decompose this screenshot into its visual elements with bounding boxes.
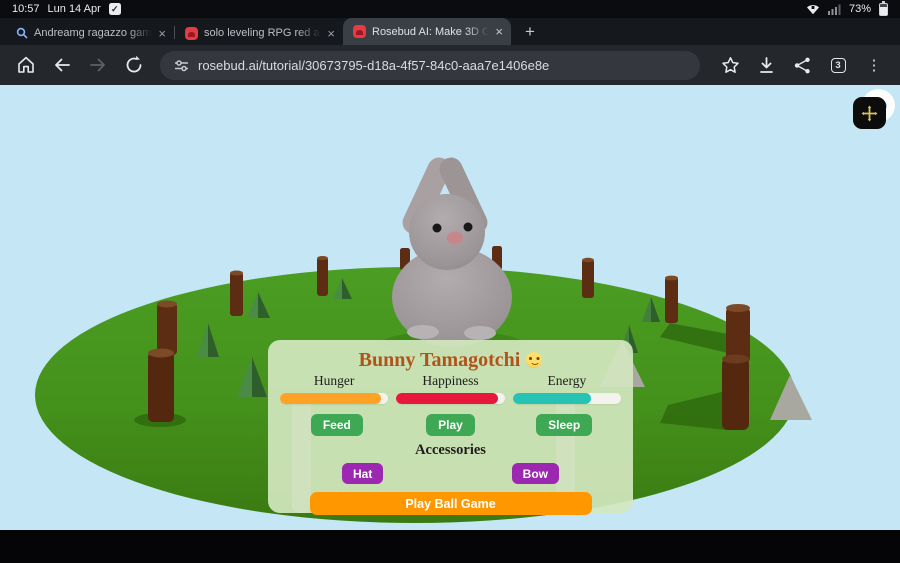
- search-icon: [16, 27, 28, 39]
- tab-count: 3: [830, 57, 846, 73]
- tab-solo-leveling[interactable]: solo leveling RPG red and ×: [175, 21, 343, 45]
- browser-tab-strip: Andreamg ragazzo game × solo leveling RP…: [0, 18, 900, 45]
- stat-labels-row: Hunger Happiness Energy: [280, 373, 621, 391]
- game-title: Bunny Tamagotchi: [280, 347, 621, 373]
- home-button[interactable]: [10, 49, 42, 81]
- bunny-nose: [447, 231, 463, 245]
- accessory-buttons-row: Hat Bow: [280, 463, 621, 484]
- tamagotchi-panel: Bunny Tamagotchi Hunger Happiness Energy…: [268, 340, 633, 515]
- device-screen: 10:57 Lun 14 Apr ✓ 73% Andreamg ragazzo …: [0, 0, 900, 563]
- bunny-foot-right: [464, 326, 496, 340]
- rosebud-icon: [353, 25, 366, 38]
- status-date: Lun 14 Apr: [47, 3, 101, 15]
- sleep-button[interactable]: Sleep: [536, 414, 593, 436]
- game-title-text: Bunny Tamagotchi: [358, 348, 521, 371]
- tab-title: Andreamg ragazzo game: [34, 27, 153, 39]
- battery-percent: 73%: [848, 3, 871, 15]
- forward-button[interactable]: [82, 49, 114, 81]
- energy-label: Energy: [547, 373, 587, 388]
- bunny-eye-left: [432, 223, 442, 233]
- download-button[interactable]: [750, 49, 782, 81]
- status-time: 10:57: [12, 3, 40, 15]
- back-button[interactable]: [46, 49, 78, 81]
- close-icon[interactable]: ×: [327, 27, 335, 40]
- selection-checkbox-icon: ✓: [108, 3, 121, 15]
- happiness-label: Happiness: [422, 373, 479, 388]
- tab-andreamg[interactable]: Andreamg ragazzo game ×: [6, 21, 174, 45]
- browser-toolbar: rosebud.ai/tutorial/30673795-d18a-4f57-8…: [0, 45, 900, 85]
- move-cross-icon: [861, 105, 878, 121]
- tab-title: solo leveling RPG red and: [204, 27, 322, 39]
- bunny-foot-left: [407, 325, 439, 339]
- hunger-label: Hunger: [313, 373, 355, 388]
- tab-switcher-button[interactable]: 3: [822, 49, 854, 81]
- close-icon[interactable]: ×: [158, 27, 166, 40]
- bookmark-star-button[interactable]: [714, 49, 746, 81]
- tab-title: Rosebud AI: Make 3D Ga: [372, 25, 490, 38]
- url-bar[interactable]: rosebud.ai/tutorial/30673795-d18a-4f57-8…: [160, 50, 700, 80]
- move-handle[interactable]: [853, 97, 886, 129]
- url-text: rosebud.ai/tutorial/30673795-d18a-4f57-8…: [198, 57, 550, 73]
- battery-icon: [879, 1, 888, 16]
- energy-bar: [512, 393, 621, 404]
- tab-rosebud-active[interactable]: Rosebud AI: Make 3D Ga ×: [343, 18, 511, 45]
- accessories-title: Accessories: [415, 442, 486, 458]
- share-button[interactable]: [786, 49, 818, 81]
- cellular-signal-icon: [827, 4, 841, 15]
- menu-kebab-button[interactable]: ⋮: [858, 49, 890, 81]
- happiness-bar: [396, 393, 505, 404]
- hat-button[interactable]: Hat: [342, 463, 384, 484]
- close-icon[interactable]: ×: [495, 25, 503, 38]
- smiling-face-emoji-icon: [526, 352, 543, 368]
- new-tab-button[interactable]: +: [525, 22, 535, 42]
- play-button[interactable]: Play: [426, 414, 475, 436]
- status-bar: 10:57 Lun 14 Apr ✓ 73%: [0, 0, 900, 18]
- stat-bars-row: [280, 391, 621, 404]
- rosebud-icon: [185, 26, 198, 40]
- bow-button[interactable]: Bow: [511, 463, 559, 484]
- play-ball-game-button[interactable]: Play Ball Game: [309, 492, 592, 515]
- page-content: Bunny Tamagotchi Hunger Happiness Energy…: [0, 85, 900, 530]
- bunny-eye-right: [463, 222, 473, 232]
- reload-button[interactable]: [118, 49, 150, 81]
- action-buttons-row: Feed Play Sleep: [280, 414, 621, 436]
- wifi-icon: [806, 4, 820, 15]
- bunny-head: [409, 194, 485, 270]
- site-info-icon[interactable]: [174, 59, 189, 72]
- feed-button[interactable]: Feed: [310, 414, 363, 436]
- hunger-bar: [280, 393, 389, 404]
- system-taskbar: ♪: [0, 530, 900, 563]
